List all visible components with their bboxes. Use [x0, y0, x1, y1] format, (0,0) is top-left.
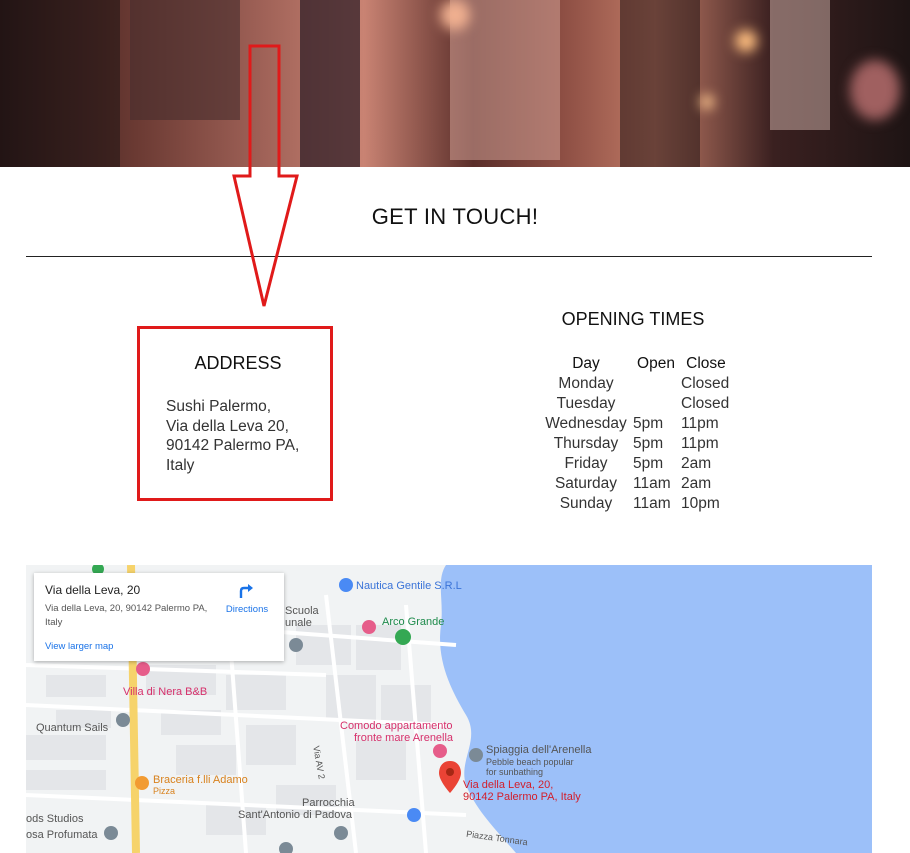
day-cell: Friday	[564, 455, 608, 472]
table-row: Sunday 11am 10pm	[540, 494, 732, 514]
table-row: Monday Closed	[540, 374, 732, 394]
map-label-spiaggia[interactable]: Spiaggia dell'Arenella	[486, 744, 591, 756]
section-title: GET IN TOUCH!	[371, 204, 539, 229]
map-label-pebble-2: for sunbathing	[486, 767, 544, 777]
close-cell: 11pm	[681, 435, 719, 452]
map-label-osa-profumata[interactable]: osa Profumata	[26, 829, 98, 841]
embedded-map[interactable]: Nautica Gentile S.R.L Scuola unale Arco …	[26, 565, 872, 853]
close-cell: Closed	[681, 375, 730, 392]
table-row: Thursday 5pm 11pm	[540, 434, 732, 454]
map-label-pizza: Pizza	[153, 786, 176, 796]
column-header-close: Close	[686, 355, 726, 372]
directions-label: Directions	[225, 604, 269, 615]
map-info-card: Via della Leva, 20 Via della Leva, 20, 9…	[34, 573, 284, 661]
map-label-comodo-2[interactable]: fronte mare Arenella	[354, 732, 453, 744]
map-label-pebble: Pebble beach popular	[486, 757, 574, 767]
section-divider	[26, 256, 872, 257]
day-cell: Sunday	[559, 495, 613, 512]
map-label-location[interactable]: Via della Leva, 20,	[463, 779, 553, 791]
table-row: Saturday 11am 2am	[540, 474, 732, 494]
column-header-open: Open	[637, 355, 675, 372]
open-cell: 5pm	[633, 415, 664, 432]
open-cell: 5pm	[633, 435, 664, 452]
close-cell: 2am	[681, 455, 712, 472]
directions-icon	[239, 584, 253, 598]
map-card-title: Via della Leva, 20	[45, 583, 141, 597]
map-label-villa[interactable]: Villa di Nera B&B	[123, 686, 207, 698]
map-label-arco-grande[interactable]: Arco Grande	[382, 616, 444, 628]
opening-times-table: Day Open Close Monday Closed Tuesday Close…	[540, 354, 732, 514]
table-row: Friday 5pm 2am	[540, 454, 732, 474]
open-cell: 11am	[633, 475, 671, 492]
day-cell: Tuesday	[556, 395, 616, 412]
map-label-quantum[interactable]: Quantum Sails	[36, 722, 108, 734]
table-row: Tuesday Closed	[540, 394, 732, 414]
map-label-scuola[interactable]: Scuola	[285, 605, 319, 617]
open-cell: 5pm	[633, 455, 664, 472]
address-box: ADDRESS Sushi Palermo, Via della Leva 20…	[137, 326, 333, 501]
address-line: Via della Leva 20,	[166, 417, 289, 435]
close-cell: 10pm	[681, 495, 720, 512]
map-label-parrocchia[interactable]: Parrocchia	[302, 797, 355, 809]
opening-times-heading: OPENING TIMES	[561, 309, 705, 329]
day-cell: Thursday	[553, 435, 619, 452]
table-row: Wednesday 5pm 11pm	[540, 414, 732, 434]
address-line: 90142 Palermo PA,	[166, 437, 300, 454]
day-cell: Saturday	[554, 475, 618, 492]
open-cell: 11am	[633, 495, 671, 512]
map-label-ods-studios[interactable]: ods Studios	[26, 813, 83, 825]
table-header-row: Day Open Close	[540, 354, 732, 374]
column-header-day: Day	[572, 355, 600, 372]
view-larger-map-link[interactable]: View larger map	[45, 641, 113, 652]
hero-image	[0, 0, 910, 167]
map-label-comodo[interactable]: Comodo appartamento	[340, 720, 453, 732]
map-card-address: Via della Leva, 20, 90142 Palermo PA, It…	[45, 603, 208, 628]
close-cell: 11pm	[681, 415, 719, 432]
open-cell	[632, 394, 680, 414]
map-label-nautica[interactable]: Nautica Gentile S.R.L	[356, 580, 462, 592]
close-cell: Closed	[681, 395, 730, 412]
map-label-parrocchia-2[interactable]: Sant'Antonio di Padova	[238, 809, 352, 821]
map-label-braceria[interactable]: Braceria f.lli Adamo	[153, 774, 248, 786]
map-label-scuola-2[interactable]: unale	[285, 617, 312, 629]
address-lines: Sushi Palermo, Via della Leva 20, 90142 …	[166, 397, 299, 475]
close-cell: 2am	[681, 475, 712, 492]
address-line: Sushi Palermo,	[166, 398, 272, 415]
address-heading: ADDRESS	[194, 353, 282, 373]
directions-button[interactable]: Directions	[222, 582, 272, 615]
day-cell: Monday	[558, 375, 614, 392]
open-cell	[632, 374, 680, 394]
day-cell: Wednesday	[545, 415, 627, 432]
address-line: Italy	[166, 456, 195, 474]
annotation-arrow-icon	[232, 44, 299, 307]
map-label-location-2[interactable]: 90142 Palermo PA, Italy	[463, 791, 581, 803]
